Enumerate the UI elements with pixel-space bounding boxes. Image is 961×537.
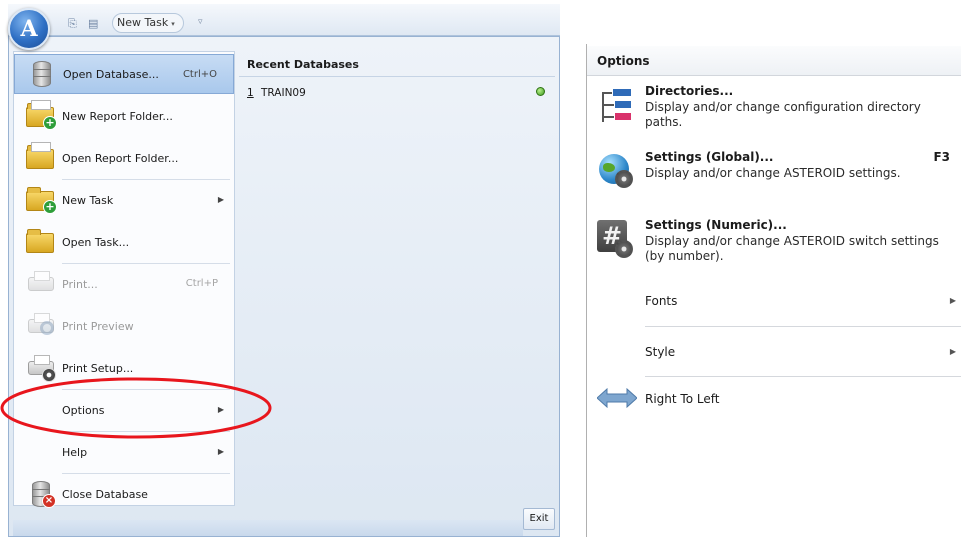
application-button[interactable]: A bbox=[8, 8, 50, 50]
open-folder-icon bbox=[26, 142, 56, 173]
menu-item-open-database[interactable]: Open Database... Ctrl+O bbox=[14, 54, 234, 94]
quick-access-toolbar: ⎘ ▤ New Task ▾ ▿ bbox=[8, 4, 560, 36]
options-header: Options bbox=[587, 46, 961, 76]
recent-databases-list: 1 TRAIN09 bbox=[239, 81, 555, 506]
chevron-down-icon: ▾ bbox=[171, 20, 175, 28]
menu-item-label: New Report Folder... bbox=[62, 109, 173, 123]
application-menu-panel: Open Database... Ctrl+O + New Report Fol… bbox=[8, 36, 560, 537]
menu-item-label: Options bbox=[62, 403, 105, 417]
menu-item-shortcut: Ctrl+P bbox=[185, 278, 218, 289]
menu-item-label: Print Preview bbox=[62, 319, 134, 333]
submenu-arrow-icon: ▶ bbox=[217, 195, 224, 204]
menu-item-label: Open Database... bbox=[63, 67, 159, 81]
application-menu-window: ⎘ ▤ New Task ▾ ▿ A Open Database... Ctrl+… bbox=[0, 0, 560, 537]
menu-item-open-task[interactable]: Open Task... bbox=[14, 222, 234, 262]
option-label: Style bbox=[645, 345, 676, 359]
recent-databases-header: Recent Databases bbox=[239, 51, 555, 77]
options-submenu: Options Directories... Display and/or ch… bbox=[586, 44, 961, 537]
customize-toolbar-icon[interactable]: ▿ bbox=[198, 17, 203, 27]
right-to-left-icon bbox=[595, 388, 637, 428]
option-shortcut: F3 bbox=[933, 150, 950, 164]
submenu-arrow-icon: ▶ bbox=[949, 347, 956, 356]
option-description: Display and/or change ASTEROID settings. bbox=[645, 166, 901, 180]
option-title: Settings (Numeric)... bbox=[645, 218, 787, 232]
submenu-arrow-icon: ▶ bbox=[949, 296, 956, 305]
hash-gear-icon: # bbox=[595, 218, 635, 258]
new-folder-icon: + bbox=[26, 100, 57, 131]
menu-item-print[interactable]: Print... Ctrl+P bbox=[14, 264, 234, 304]
option-title: Settings (Global)... bbox=[645, 150, 774, 164]
printer-icon bbox=[26, 269, 56, 299]
application-menu-list: Open Database... Ctrl+O + New Report Fol… bbox=[13, 51, 235, 508]
menu-item-print-preview[interactable]: Print Preview bbox=[14, 306, 234, 346]
option-description: Display and/or change configuration dire… bbox=[645, 100, 921, 129]
menu-item-close-database[interactable]: × Close Database bbox=[14, 474, 234, 514]
menu-footer-bar bbox=[13, 520, 523, 536]
menu-item-label: Close Database bbox=[62, 487, 148, 501]
new-task-icon: + bbox=[26, 185, 57, 215]
option-title: Directories... bbox=[645, 84, 734, 98]
close-database-icon: × bbox=[26, 479, 56, 509]
recent-item-name: TRAIN09 bbox=[261, 87, 306, 99]
menu-item-print-setup[interactable]: Print Setup... bbox=[14, 348, 234, 388]
app-logo-letter: A bbox=[20, 16, 38, 42]
menu-item-icon-placeholder bbox=[26, 437, 56, 467]
menu-item-label: Open Report Folder... bbox=[62, 151, 179, 165]
exit-button[interactable]: Exit bbox=[523, 508, 555, 530]
submenu-arrow-icon: ▶ bbox=[217, 447, 224, 456]
menu-item-icon-placeholder bbox=[26, 395, 56, 425]
option-style[interactable]: Style ▶ bbox=[587, 345, 961, 365]
menu-separator bbox=[645, 326, 961, 327]
menu-item-open-report-folder[interactable]: Open Report Folder... bbox=[14, 138, 234, 178]
option-right-to-left[interactable]: Right To Left bbox=[587, 388, 961, 416]
menu-item-label: Print Setup... bbox=[62, 361, 134, 375]
database-icon bbox=[27, 59, 57, 89]
option-settings-global[interactable]: Settings (Global)... F3 Display and/or c… bbox=[587, 150, 961, 194]
menu-item-label: Print... bbox=[62, 277, 98, 291]
recent-item-number: 1 bbox=[247, 87, 254, 99]
menu-item-shortcut: Ctrl+O bbox=[182, 69, 217, 80]
directory-tree-icon bbox=[595, 84, 635, 124]
menu-item-new-report-folder[interactable]: + New Report Folder... bbox=[14, 96, 234, 136]
menu-item-label: Help bbox=[62, 445, 88, 459]
menu-separator bbox=[645, 376, 961, 377]
print-setup-icon bbox=[26, 353, 56, 383]
menu-item-label: Open Task... bbox=[62, 235, 130, 249]
pin-icon[interactable] bbox=[536, 87, 545, 96]
print-preview-icon bbox=[26, 311, 56, 341]
menu-item-label: New Task bbox=[62, 193, 114, 207]
menu-item-help[interactable]: Help ▶ bbox=[14, 432, 234, 472]
option-label: Fonts bbox=[645, 294, 678, 308]
option-label: Right To Left bbox=[645, 392, 720, 406]
option-description: Display and/or change ASTEROID switch se… bbox=[645, 234, 939, 263]
menu-item-options[interactable]: Options ▶ bbox=[14, 390, 234, 430]
new-task-label: New Task bbox=[117, 16, 169, 29]
submenu-arrow-icon: ▶ bbox=[217, 405, 224, 414]
new-task-dropdown[interactable]: New Task ▾ bbox=[112, 13, 184, 33]
option-settings-numeric[interactable]: # Settings (Numeric)... Display and/or c… bbox=[587, 218, 961, 270]
open-task-icon bbox=[26, 227, 56, 257]
option-fonts[interactable]: Fonts ▶ bbox=[587, 294, 961, 314]
globe-gear-icon bbox=[595, 148, 635, 188]
recent-database-item[interactable]: 1 TRAIN09 bbox=[239, 83, 555, 103]
menu-item-new-task[interactable]: + New Task ▶ bbox=[14, 180, 234, 220]
document-icon[interactable]: ▤ bbox=[88, 17, 98, 30]
option-directories[interactable]: Directories... Display and/or change con… bbox=[587, 84, 961, 134]
save-icon[interactable]: ⎘ bbox=[68, 17, 77, 31]
